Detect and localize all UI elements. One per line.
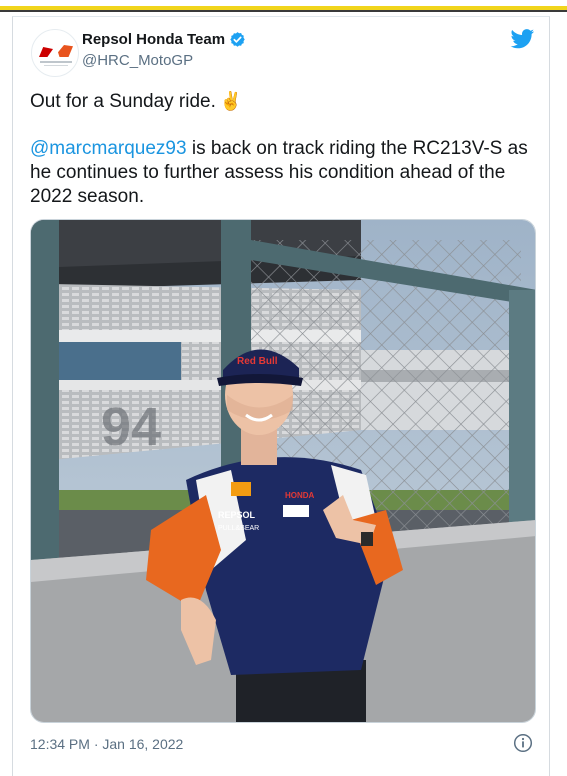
twitter-bird-icon[interactable] [510,29,535,49]
tweet-text-line1: Out for a Sunday ride. ✌ [30,89,540,114]
victory-hand-emoji: ✌ [219,91,243,111]
author-name-row[interactable]: Repsol Honda Team [82,31,246,48]
photo-illustration: 94 REPSOL PULL&BEAR HONDA Red Bull [31,220,535,722]
tweet-text-first-line: Out for a Sunday ride. [30,91,216,112]
honda-wing-logo [39,47,53,57]
tweet-text-paragraph: @marcmarquez93 is back on track riding t… [30,137,540,209]
avatar-tagline-small [44,65,68,66]
avatar[interactable] [31,29,79,77]
tweet-photo[interactable]: 94 REPSOL PULL&BEAR HONDA Red Bull [30,219,536,723]
tweet-card[interactable]: Repsol Honda Team @HRC_MotoGP Out for a … [12,16,550,776]
page-top-strip [0,0,567,14]
avatar-tagline [40,61,72,63]
jacket-sponsor-honda: HONDA [285,491,315,500]
cap-logo-text: Red Bull [237,356,278,367]
display-name[interactable]: Repsol Honda Team [82,31,225,48]
dark-stripe [0,10,567,12]
tweet-timestamp[interactable]: 12:34 PM · Jan 16, 2022 [30,736,183,752]
svg-text:94: 94 [101,397,161,457]
repsol-logo [58,45,73,57]
mention-link[interactable]: @marcmarquez93 [30,138,187,159]
jacket-sponsor-repsol: REPSOL [218,510,256,520]
author-handle[interactable]: @HRC_MotoGP [82,52,193,69]
jacket-sponsor-pullbear: PULL&BEAR [218,525,259,532]
verified-badge-icon [230,32,245,47]
tweet-header: Repsol Honda Team @HRC_MotoGP [13,17,549,77]
info-icon[interactable] [513,733,533,753]
